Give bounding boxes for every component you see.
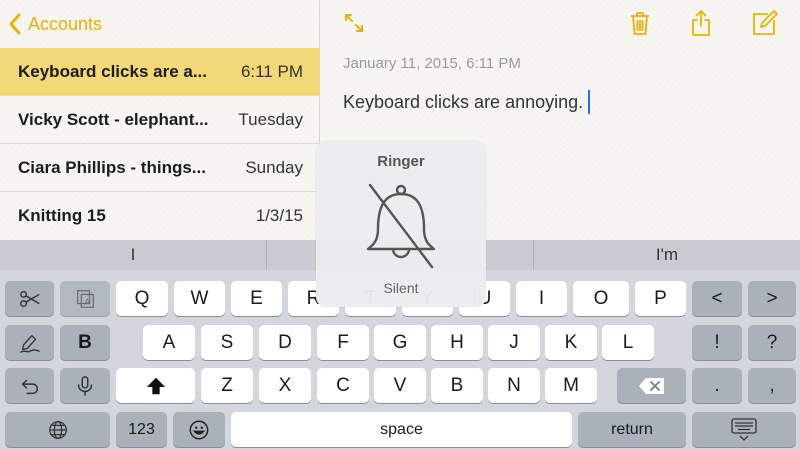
keyboard-dismiss-icon bbox=[731, 417, 757, 441]
shift-arrow-icon bbox=[146, 377, 165, 394]
ringer-state: Silent bbox=[383, 280, 419, 296]
dismiss-keyboard-key[interactable] bbox=[692, 412, 796, 447]
globe-icon bbox=[48, 420, 67, 439]
note-row[interactable]: Knitting 15 1/3/15 bbox=[0, 192, 320, 240]
note-title: Ciara Phillips - things... bbox=[18, 157, 206, 177]
period-key[interactable]: . bbox=[692, 368, 742, 403]
ringer-title: Ringer bbox=[377, 153, 425, 170]
comma-key[interactable]: , bbox=[748, 368, 796, 403]
key-k[interactable]: K bbox=[545, 325, 597, 360]
compose-button[interactable] bbox=[747, 6, 781, 40]
key-h[interactable]: H bbox=[431, 325, 483, 360]
key-v[interactable]: V bbox=[374, 368, 426, 403]
bell-slash-icon bbox=[366, 183, 436, 269]
back-button[interactable]: Accounts bbox=[8, 10, 102, 38]
share-button[interactable] bbox=[684, 6, 718, 40]
key-l[interactable]: L bbox=[602, 325, 654, 360]
pen-icon bbox=[19, 334, 40, 353]
note-body-text: Keyboard clicks are annoying. bbox=[343, 91, 584, 112]
undo-icon bbox=[21, 379, 38, 394]
key-c[interactable]: C bbox=[317, 368, 369, 403]
note-title: Knitting 15 bbox=[18, 206, 106, 225]
text-caret bbox=[588, 90, 591, 114]
key-p[interactable]: P bbox=[635, 281, 686, 316]
note-title: Vicky Scott - elephant... bbox=[18, 109, 209, 129]
share-icon bbox=[692, 10, 710, 36]
key-z[interactable]: Z bbox=[201, 368, 253, 403]
key-d[interactable]: D bbox=[259, 325, 311, 360]
cursor-left-key[interactable]: < bbox=[692, 281, 742, 316]
key-n[interactable]: N bbox=[488, 368, 540, 403]
note-row[interactable]: Keyboard clicks are a... 6:11 PM bbox=[0, 48, 320, 96]
microphone-icon bbox=[77, 375, 93, 396]
cursor-right-key[interactable]: > bbox=[748, 281, 796, 316]
back-label: Accounts bbox=[28, 13, 103, 34]
cut-key[interactable] bbox=[5, 281, 54, 316]
note-date: Sunday bbox=[245, 157, 303, 177]
emoji-icon bbox=[189, 420, 209, 439]
key-s[interactable]: S bbox=[201, 325, 253, 360]
question-key[interactable]: ? bbox=[748, 325, 796, 360]
key-f[interactable]: F bbox=[317, 325, 369, 360]
key-i[interactable]: I bbox=[516, 281, 567, 316]
chevron-left-icon bbox=[9, 13, 21, 35]
emoji-key[interactable] bbox=[173, 412, 225, 447]
note-timestamp: January 11, 2015, 6:11 PM bbox=[343, 55, 521, 72]
undo-key[interactable] bbox=[5, 368, 54, 403]
key-g[interactable]: G bbox=[374, 325, 426, 360]
scissors-icon bbox=[19, 290, 40, 307]
compose-icon bbox=[753, 10, 778, 35]
suggestion-item[interactable]: I bbox=[0, 240, 267, 270]
paste-icon: A bbox=[77, 289, 94, 308]
key-m[interactable]: M bbox=[545, 368, 597, 403]
key-x[interactable]: X bbox=[259, 368, 311, 403]
shift-key[interactable] bbox=[116, 368, 195, 403]
note-row[interactable]: Ciara Phillips - things... Sunday bbox=[0, 144, 320, 192]
suggestion-item[interactable]: I'm bbox=[534, 240, 800, 270]
bold-key[interactable]: B bbox=[60, 325, 110, 360]
key-w[interactable]: W bbox=[174, 281, 225, 316]
note-date: Tuesday bbox=[238, 109, 303, 129]
key-b[interactable]: B bbox=[431, 368, 483, 403]
backspace-icon bbox=[638, 377, 664, 394]
key-q[interactable]: Q bbox=[116, 281, 168, 316]
delete-key[interactable] bbox=[617, 368, 686, 403]
paste-key[interactable]: A bbox=[60, 281, 110, 316]
key-o[interactable]: O bbox=[573, 281, 629, 316]
key-a[interactable]: A bbox=[143, 325, 195, 360]
ringer-hud: Ringer Silent bbox=[316, 141, 486, 307]
return-key[interactable]: return bbox=[578, 412, 686, 447]
trash-icon bbox=[631, 12, 649, 35]
note-list: Keyboard clicks are a... 6:11 PM Vicky S… bbox=[0, 48, 320, 240]
note-date: 6:11 PM bbox=[240, 61, 303, 81]
globe-key[interactable] bbox=[5, 412, 110, 447]
delete-button[interactable] bbox=[623, 6, 657, 40]
note-body-editor[interactable]: Keyboard clicks are annoying. bbox=[343, 90, 591, 114]
numbers-key[interactable]: 123 bbox=[116, 412, 167, 447]
space-key[interactable]: space bbox=[231, 412, 572, 447]
notes-sidebar: Accounts Keyboard clicks are a... 6:11 P… bbox=[0, 0, 320, 240]
key-j[interactable]: J bbox=[488, 325, 540, 360]
expand-icon bbox=[345, 14, 363, 32]
key-e[interactable]: E bbox=[231, 281, 282, 316]
note-row[interactable]: Vicky Scott - elephant... Tuesday bbox=[0, 96, 320, 144]
note-date: 1/3/15 bbox=[255, 206, 303, 225]
svg-text:A: A bbox=[85, 297, 91, 306]
expand-button[interactable] bbox=[337, 6, 371, 40]
note-title: Keyboard clicks are a... bbox=[18, 61, 207, 81]
handwriting-key[interactable] bbox=[5, 325, 54, 360]
exclamation-key[interactable]: ! bbox=[692, 325, 742, 360]
dictation-key[interactable] bbox=[60, 368, 110, 403]
